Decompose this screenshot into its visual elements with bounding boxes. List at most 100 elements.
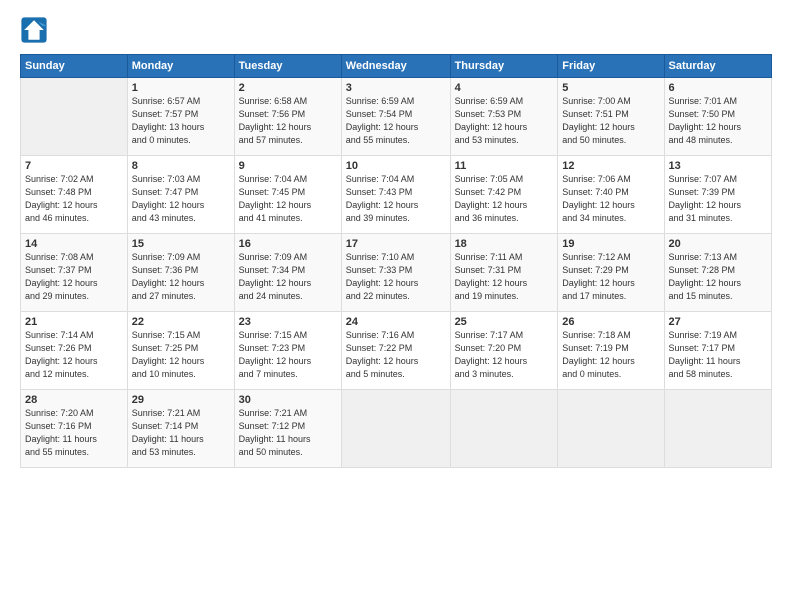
- day-info: Sunrise: 7:02 AM Sunset: 7:48 PM Dayligh…: [25, 173, 123, 225]
- day-number: 26: [562, 316, 659, 328]
- calendar-cell: 12Sunrise: 7:06 AM Sunset: 7:40 PM Dayli…: [558, 156, 664, 234]
- day-info: Sunrise: 7:14 AM Sunset: 7:26 PM Dayligh…: [25, 329, 123, 381]
- day-info: Sunrise: 7:01 AM Sunset: 7:50 PM Dayligh…: [669, 95, 767, 147]
- day-info: Sunrise: 7:21 AM Sunset: 7:14 PM Dayligh…: [132, 407, 230, 459]
- calendar-cell: 26Sunrise: 7:18 AM Sunset: 7:19 PM Dayli…: [558, 312, 664, 390]
- day-info: Sunrise: 7:16 AM Sunset: 7:22 PM Dayligh…: [346, 329, 446, 381]
- header: [20, 16, 772, 44]
- day-info: Sunrise: 7:06 AM Sunset: 7:40 PM Dayligh…: [562, 173, 659, 225]
- day-number: 17: [346, 238, 446, 250]
- calendar-cell: 19Sunrise: 7:12 AM Sunset: 7:29 PM Dayli…: [558, 234, 664, 312]
- calendar-cell: 30Sunrise: 7:21 AM Sunset: 7:12 PM Dayli…: [234, 390, 341, 468]
- calendar-week-1: 7Sunrise: 7:02 AM Sunset: 7:48 PM Daylig…: [21, 156, 772, 234]
- day-number: 1: [132, 82, 230, 94]
- calendar-cell: 4Sunrise: 6:59 AM Sunset: 7:53 PM Daylig…: [450, 78, 558, 156]
- day-number: 8: [132, 160, 230, 172]
- logo: [20, 16, 52, 44]
- calendar-cell: [21, 78, 128, 156]
- day-number: 10: [346, 160, 446, 172]
- calendar-week-2: 14Sunrise: 7:08 AM Sunset: 7:37 PM Dayli…: [21, 234, 772, 312]
- day-info: Sunrise: 7:10 AM Sunset: 7:33 PM Dayligh…: [346, 251, 446, 303]
- day-number: 29: [132, 394, 230, 406]
- calendar-cell: 13Sunrise: 7:07 AM Sunset: 7:39 PM Dayli…: [664, 156, 771, 234]
- calendar-cell: 5Sunrise: 7:00 AM Sunset: 7:51 PM Daylig…: [558, 78, 664, 156]
- day-info: Sunrise: 7:15 AM Sunset: 7:23 PM Dayligh…: [239, 329, 337, 381]
- day-number: 16: [239, 238, 337, 250]
- calendar-cell: 25Sunrise: 7:17 AM Sunset: 7:20 PM Dayli…: [450, 312, 558, 390]
- day-number: 7: [25, 160, 123, 172]
- calendar-cell: 7Sunrise: 7:02 AM Sunset: 7:48 PM Daylig…: [21, 156, 128, 234]
- header-saturday: Saturday: [664, 55, 771, 78]
- logo-icon: [20, 16, 48, 44]
- day-info: Sunrise: 6:59 AM Sunset: 7:53 PM Dayligh…: [455, 95, 554, 147]
- day-number: 30: [239, 394, 337, 406]
- calendar-cell: 27Sunrise: 7:19 AM Sunset: 7:17 PM Dayli…: [664, 312, 771, 390]
- day-number: 20: [669, 238, 767, 250]
- calendar-cell: [558, 390, 664, 468]
- day-number: 14: [25, 238, 123, 250]
- day-info: Sunrise: 7:20 AM Sunset: 7:16 PM Dayligh…: [25, 407, 123, 459]
- day-number: 6: [669, 82, 767, 94]
- calendar-cell: 3Sunrise: 6:59 AM Sunset: 7:54 PM Daylig…: [341, 78, 450, 156]
- day-number: 21: [25, 316, 123, 328]
- calendar-cell: 15Sunrise: 7:09 AM Sunset: 7:36 PM Dayli…: [127, 234, 234, 312]
- day-info: Sunrise: 7:07 AM Sunset: 7:39 PM Dayligh…: [669, 173, 767, 225]
- day-info: Sunrise: 7:00 AM Sunset: 7:51 PM Dayligh…: [562, 95, 659, 147]
- day-info: Sunrise: 6:59 AM Sunset: 7:54 PM Dayligh…: [346, 95, 446, 147]
- calendar-cell: 11Sunrise: 7:05 AM Sunset: 7:42 PM Dayli…: [450, 156, 558, 234]
- calendar-cell: 21Sunrise: 7:14 AM Sunset: 7:26 PM Dayli…: [21, 312, 128, 390]
- calendar-cell: 20Sunrise: 7:13 AM Sunset: 7:28 PM Dayli…: [664, 234, 771, 312]
- day-info: Sunrise: 7:19 AM Sunset: 7:17 PM Dayligh…: [669, 329, 767, 381]
- calendar-cell: 28Sunrise: 7:20 AM Sunset: 7:16 PM Dayli…: [21, 390, 128, 468]
- calendar-table: SundayMondayTuesdayWednesdayThursdayFrid…: [20, 54, 772, 468]
- calendar-cell: 24Sunrise: 7:16 AM Sunset: 7:22 PM Dayli…: [341, 312, 450, 390]
- header-tuesday: Tuesday: [234, 55, 341, 78]
- page: SundayMondayTuesdayWednesdayThursdayFrid…: [0, 0, 792, 612]
- day-number: 25: [455, 316, 554, 328]
- header-sunday: Sunday: [21, 55, 128, 78]
- calendar-cell: 9Sunrise: 7:04 AM Sunset: 7:45 PM Daylig…: [234, 156, 341, 234]
- day-info: Sunrise: 7:15 AM Sunset: 7:25 PM Dayligh…: [132, 329, 230, 381]
- day-info: Sunrise: 7:09 AM Sunset: 7:34 PM Dayligh…: [239, 251, 337, 303]
- day-number: 27: [669, 316, 767, 328]
- day-info: Sunrise: 7:12 AM Sunset: 7:29 PM Dayligh…: [562, 251, 659, 303]
- day-info: Sunrise: 7:13 AM Sunset: 7:28 PM Dayligh…: [669, 251, 767, 303]
- day-number: 22: [132, 316, 230, 328]
- calendar-cell: 8Sunrise: 7:03 AM Sunset: 7:47 PM Daylig…: [127, 156, 234, 234]
- day-number: 4: [455, 82, 554, 94]
- calendar-week-4: 28Sunrise: 7:20 AM Sunset: 7:16 PM Dayli…: [21, 390, 772, 468]
- calendar-cell: 18Sunrise: 7:11 AM Sunset: 7:31 PM Dayli…: [450, 234, 558, 312]
- calendar-cell: 17Sunrise: 7:10 AM Sunset: 7:33 PM Dayli…: [341, 234, 450, 312]
- day-info: Sunrise: 6:58 AM Sunset: 7:56 PM Dayligh…: [239, 95, 337, 147]
- header-wednesday: Wednesday: [341, 55, 450, 78]
- calendar-cell: 29Sunrise: 7:21 AM Sunset: 7:14 PM Dayli…: [127, 390, 234, 468]
- day-number: 3: [346, 82, 446, 94]
- calendar-week-3: 21Sunrise: 7:14 AM Sunset: 7:26 PM Dayli…: [21, 312, 772, 390]
- calendar-week-0: 1Sunrise: 6:57 AM Sunset: 7:57 PM Daylig…: [21, 78, 772, 156]
- calendar-cell: 2Sunrise: 6:58 AM Sunset: 7:56 PM Daylig…: [234, 78, 341, 156]
- calendar-cell: 10Sunrise: 7:04 AM Sunset: 7:43 PM Dayli…: [341, 156, 450, 234]
- day-info: Sunrise: 7:08 AM Sunset: 7:37 PM Dayligh…: [25, 251, 123, 303]
- day-info: Sunrise: 7:18 AM Sunset: 7:19 PM Dayligh…: [562, 329, 659, 381]
- day-number: 15: [132, 238, 230, 250]
- calendar-cell: [341, 390, 450, 468]
- day-number: 12: [562, 160, 659, 172]
- calendar-cell: 23Sunrise: 7:15 AM Sunset: 7:23 PM Dayli…: [234, 312, 341, 390]
- day-number: 19: [562, 238, 659, 250]
- calendar-cell: [664, 390, 771, 468]
- day-info: Sunrise: 7:04 AM Sunset: 7:45 PM Dayligh…: [239, 173, 337, 225]
- day-info: Sunrise: 7:17 AM Sunset: 7:20 PM Dayligh…: [455, 329, 554, 381]
- day-number: 28: [25, 394, 123, 406]
- calendar-cell: 16Sunrise: 7:09 AM Sunset: 7:34 PM Dayli…: [234, 234, 341, 312]
- day-number: 18: [455, 238, 554, 250]
- header-friday: Friday: [558, 55, 664, 78]
- calendar-cell: 22Sunrise: 7:15 AM Sunset: 7:25 PM Dayli…: [127, 312, 234, 390]
- day-number: 23: [239, 316, 337, 328]
- calendar-cell: 14Sunrise: 7:08 AM Sunset: 7:37 PM Dayli…: [21, 234, 128, 312]
- day-info: Sunrise: 7:09 AM Sunset: 7:36 PM Dayligh…: [132, 251, 230, 303]
- calendar-header-row: SundayMondayTuesdayWednesdayThursdayFrid…: [21, 55, 772, 78]
- calendar-cell: 1Sunrise: 6:57 AM Sunset: 7:57 PM Daylig…: [127, 78, 234, 156]
- day-info: Sunrise: 7:11 AM Sunset: 7:31 PM Dayligh…: [455, 251, 554, 303]
- day-info: Sunrise: 7:21 AM Sunset: 7:12 PM Dayligh…: [239, 407, 337, 459]
- day-info: Sunrise: 6:57 AM Sunset: 7:57 PM Dayligh…: [132, 95, 230, 147]
